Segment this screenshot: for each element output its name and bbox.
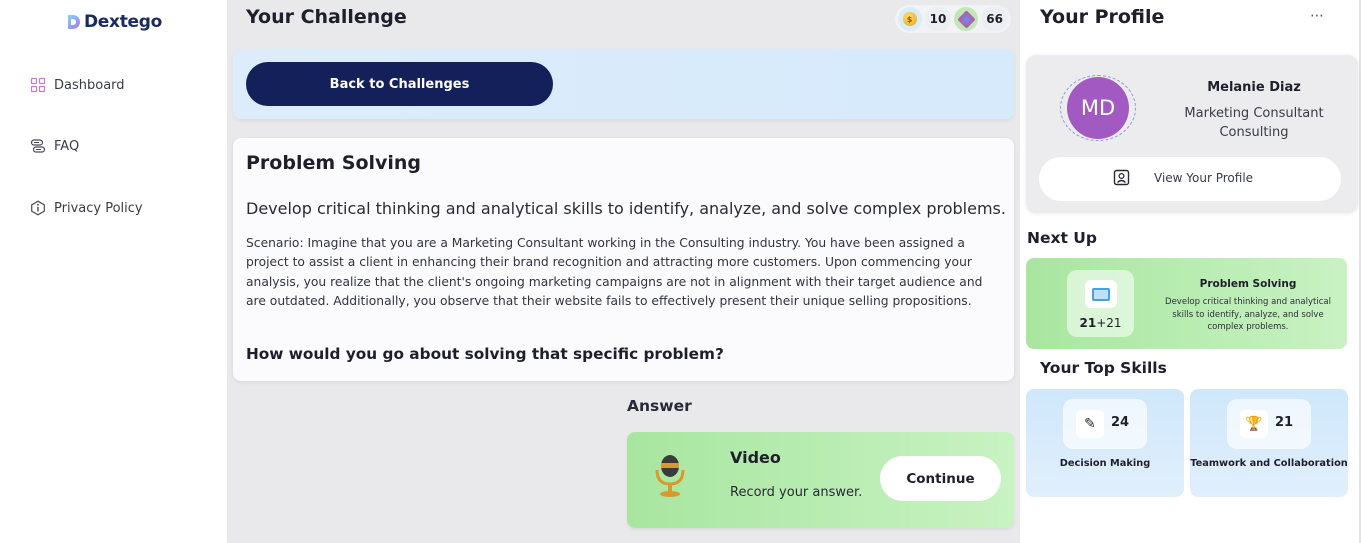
coin-badge: $ [897, 7, 922, 31]
skill-badge: 🏆 21 [1227, 399, 1311, 449]
coin-count: 10 [924, 7, 952, 31]
problem-summary: Develop critical thinking and analytical… [246, 199, 1006, 218]
answer-subtitle: Record your answer. [730, 485, 863, 500]
logo-icon [68, 15, 82, 29]
gem-icon [957, 9, 976, 29]
coin-icon: $ [902, 12, 917, 26]
problem-card: Problem Solving Develop critical thinkin… [233, 138, 1014, 381]
logo[interactable]: Dextego [68, 12, 162, 32]
profile-name: Melanie Diaz [1207, 80, 1301, 95]
back-panel: Back to Challenges [233, 49, 1014, 119]
skill-value: 21 [1275, 415, 1294, 430]
profile-role: Marketing Consultant Consulting [1176, 104, 1332, 142]
view-profile-button[interactable]: View Your Profile [1039, 157, 1341, 201]
sidebar-item-label: FAQ [54, 138, 80, 154]
profile-heading: Your Profile [1040, 6, 1165, 28]
video-answer-card[interactable]: Video Record your answer. Continue [627, 432, 1014, 528]
sidebar: Dextego Dashboard FAQ Privacy Policy [0, 0, 227, 543]
faq-icon [30, 139, 46, 153]
decision-icon: ✎ [1076, 410, 1104, 438]
profile-panel: Your Profile ⋯ MD Melanie Diaz Marketing… [1020, 0, 1361, 543]
problem-scenario: Scenario: Imagine that you are a Marketi… [246, 236, 983, 308]
sidebar-item-label: Privacy Policy [54, 200, 143, 216]
stats-bar: $ 10 66 [894, 5, 1011, 33]
profile-card-icon [1113, 169, 1130, 186]
skill-card-decision-making[interactable]: ✎ 24 Decision Making [1026, 389, 1184, 497]
next-up-description: Develop critical thinking and analytical… [1165, 297, 1331, 332]
top-skills-heading: Your Top Skills [1040, 359, 1167, 377]
problem-question: How would you go about solving that spec… [246, 345, 724, 363]
next-up-points: 21+21 [1067, 316, 1134, 330]
next-up-heading: Next Up [1027, 229, 1097, 247]
gem-badge [954, 7, 979, 31]
info-icon [31, 200, 45, 216]
profile-job-title: Marketing Consultant [1184, 106, 1324, 121]
more-options-button[interactable]: ⋯ [1310, 8, 1325, 24]
next-up-points-bonus: +21 [1096, 316, 1122, 330]
view-profile-label: View Your Profile [1154, 171, 1254, 185]
profile-industry: Consulting [1219, 125, 1289, 140]
answer-heading: Answer [627, 397, 692, 415]
main-content: Your Challenge $ 10 66 Back to Challenge… [227, 0, 1020, 543]
continue-button[interactable]: Continue [880, 456, 1001, 501]
next-up-badge: 21+21 [1067, 270, 1134, 337]
grid-icon [30, 77, 46, 93]
microphone-icon [655, 455, 685, 497]
avatar: MD [1067, 77, 1129, 139]
problem-title: Problem Solving [246, 152, 422, 174]
skill-name: Teamwork and Collaboration [1190, 458, 1348, 469]
sidebar-item-faq[interactable]: FAQ [30, 138, 79, 154]
sidebar-item-privacy-policy[interactable]: Privacy Policy [30, 200, 143, 216]
sidebar-item-dashboard[interactable]: Dashboard [30, 77, 125, 93]
brand-name: Dextego [84, 12, 163, 32]
page-title: Your Challenge [246, 6, 407, 28]
next-up-title: Problem Solving [1199, 278, 1297, 290]
skill-card-teamwork[interactable]: 🏆 21 Teamwork and Collaboration [1190, 389, 1348, 497]
skill-value: 24 [1111, 415, 1130, 430]
sidebar-item-label: Dashboard [54, 77, 125, 93]
laptop-icon [1085, 280, 1117, 308]
avatar-ring: MD [1060, 75, 1136, 141]
trophy-icon: 🏆 [1240, 410, 1268, 438]
next-up-card[interactable]: 21+21 Problem Solving Develop critical t… [1026, 258, 1347, 349]
skill-badge: ✎ 24 [1063, 399, 1147, 449]
profile-card: MD Melanie Diaz Marketing Consultant Con… [1026, 55, 1358, 213]
gem-count: 66 [981, 7, 1008, 31]
answer-type-title: Video [730, 448, 781, 467]
back-to-challenges-button[interactable]: Back to Challenges [246, 62, 553, 106]
next-up-points-value: 21 [1079, 316, 1097, 330]
skill-name: Decision Making [1059, 458, 1151, 469]
